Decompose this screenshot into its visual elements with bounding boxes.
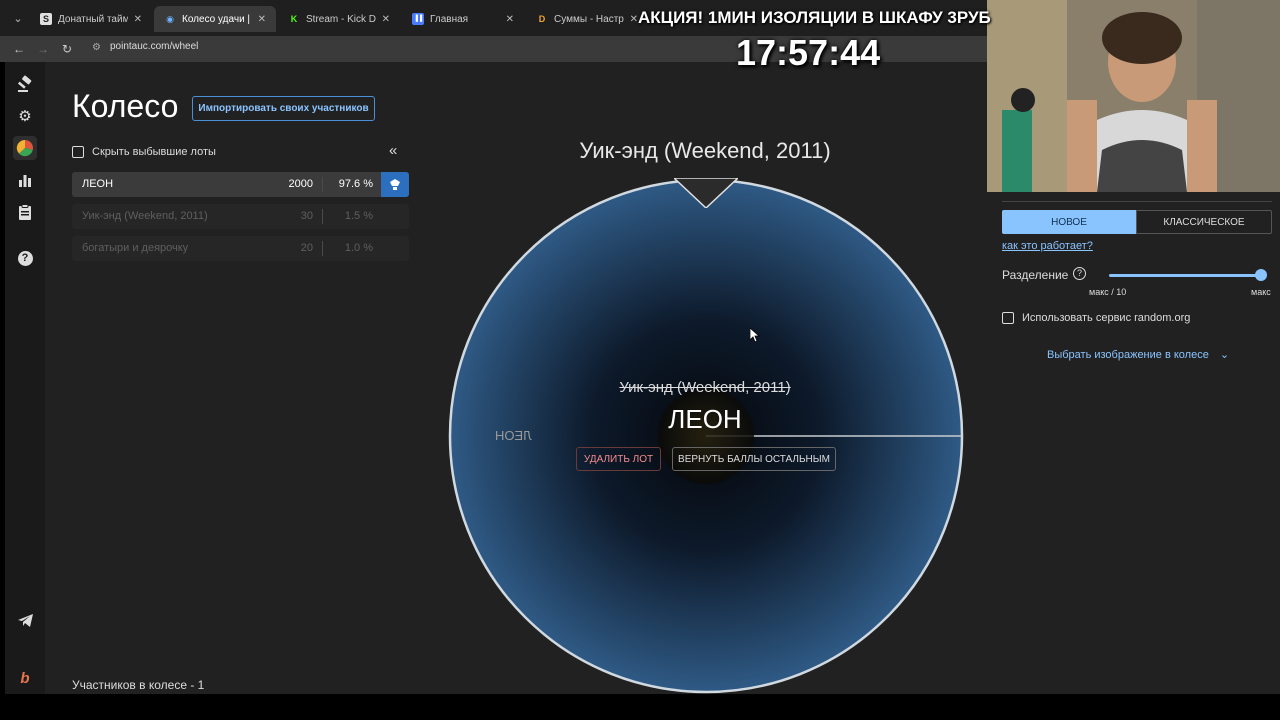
tab-favicon-icon: ◉ (166, 14, 174, 24)
lot-name: ЛЕОН (82, 178, 114, 190)
panel-divider (1002, 192, 1272, 202)
help-icon[interactable]: ? (13, 246, 37, 270)
help-icon[interactable]: ? (1073, 267, 1086, 280)
mode-classic-button[interactable]: КЛАССИЧЕСКОЕ (1136, 210, 1272, 234)
brand-icon[interactable]: b (13, 666, 37, 690)
lot-amount: 20 (300, 242, 313, 254)
split-slider-track[interactable] (1109, 274, 1261, 277)
wheel-pointer-icon (674, 178, 738, 208)
app-window: ⚙ ? b Колесо Импортировать своих участни… (5, 62, 987, 694)
reload-icon[interactable]: ↻ (58, 40, 76, 58)
lot-percent: 97.6 % (338, 178, 373, 190)
random-org-label: Использовать сервис random.org (1022, 312, 1191, 324)
sidebar: ⚙ ? b (5, 62, 45, 694)
lot-row[interactable]: Уик-энд (Weekend, 2011) 30 1.5 % (72, 204, 409, 229)
webcam-image (987, 0, 1280, 192)
lot-row[interactable]: богатыри и деярочку 20 1.0 % (72, 236, 409, 261)
lot-divider (322, 209, 323, 224)
random-org-toggle[interactable]: Использовать сервис random.org (1002, 312, 1190, 324)
eliminated-lot-title: Уик-энд (Weekend, 2011) (619, 379, 791, 396)
delete-lot-button[interactable]: УДАЛИТЬ ЛОТ (576, 447, 661, 471)
tab-title: Колесо удачи | Опре (182, 13, 252, 25)
split-max-label: макс (1251, 287, 1271, 297)
lot-percent: 1.5 % (344, 210, 373, 222)
tab-title: Донатный таймер (н (58, 13, 128, 25)
mouse-cursor-icon (750, 328, 760, 342)
webcam-overlay (987, 0, 1280, 192)
browser-tab[interactable]: ▐▐ Главная ✕ (402, 6, 524, 32)
wheel-title: Уик-энд (Weekend, 2011) (579, 138, 831, 163)
lot-amount: 30 (300, 210, 313, 222)
mode-new-button[interactable]: НОВОЕ (1002, 210, 1136, 234)
telegram-icon[interactable] (13, 608, 37, 632)
choose-image-dropdown[interactable]: Выбрать изображение в колесе ⌄ (1047, 348, 1229, 361)
bottom-letterbox (0, 694, 1280, 720)
tab-title: Суммы - Настройки (554, 13, 624, 25)
gear-icon[interactable]: ⚙ (13, 104, 37, 128)
mode-toggle: НОВОЕ КЛАССИЧЕСКОЕ (1002, 210, 1272, 234)
close-icon[interactable]: ✕ (506, 14, 514, 25)
tab-favicon-icon: ▐▐ (412, 13, 424, 25)
close-icon[interactable]: ✕ (134, 14, 142, 25)
browser-tab[interactable]: D Суммы - Настройки ✕ (526, 6, 648, 32)
participants-count: Участников в колесе - 1 (72, 678, 205, 692)
browser-tab[interactable]: S Донатный таймер (н ✕ (30, 6, 152, 32)
tab-favicon-icon: K (290, 14, 298, 24)
wheel-sector-label: ЛЕОН (495, 428, 532, 443)
split-slider-thumb[interactable] (1255, 269, 1267, 281)
tab-favicon-icon: D (538, 14, 546, 24)
hide-eliminated-label: Скрыть выбывшие лоты (92, 146, 216, 158)
lot-name: Уик-энд (Weekend, 2011) (82, 210, 208, 222)
chevron-down-icon: ⌄ (1219, 349, 1230, 361)
split-label: Разделение (1002, 268, 1069, 282)
back-icon[interactable]: ← (10, 40, 28, 58)
hide-eliminated-checkbox[interactable] (72, 146, 84, 158)
browser-tab-active[interactable]: ◉ Колесо удачи | Опре ✕ (154, 6, 276, 32)
tab-title: Stream - Kick Dashbo (306, 13, 376, 25)
lot-divider (322, 241, 323, 256)
collapse-panel-icon[interactable]: « (389, 142, 397, 159)
tab-search-icon[interactable]: ⌄ (8, 9, 28, 29)
clipboard-icon[interactable] (13, 200, 37, 224)
gavel-icon[interactable] (13, 72, 37, 96)
lot-row[interactable]: ЛЕОН 2000 97.6 % (72, 172, 409, 197)
lot-amount: 2000 (288, 178, 313, 190)
page-title: Колесо (72, 88, 179, 124)
tab-title: Главная (430, 13, 469, 25)
settings-panel: НОВОЕ КЛАССИЧЕСКОЕ как это работает? Раз… (987, 192, 1280, 694)
promo-overlay-text: АКЦИЯ! 1МИН ИЗОЛЯЦИИ В ШКАФУ 3РУБ (638, 8, 991, 27)
winner-title: ЛЕОН (668, 404, 742, 434)
forward-icon[interactable]: → (34, 40, 52, 58)
close-icon[interactable]: ✕ (630, 14, 638, 25)
return-points-button[interactable]: ВЕРНУТЬ БАЛЛЫ ОСТАЛЬНЫМ (672, 447, 836, 471)
site-info-icon[interactable]: ⚙ (92, 42, 101, 53)
import-participants-button[interactable]: Импортировать своих участников (192, 96, 375, 121)
clock-overlay: 17:57:44 (736, 32, 881, 73)
random-org-checkbox[interactable] (1002, 312, 1014, 324)
split-min-label: макс / 10 (1089, 287, 1127, 297)
close-icon[interactable]: ✕ (382, 14, 390, 25)
close-icon[interactable]: ✕ (258, 14, 266, 25)
lot-percent: 1.0 % (344, 242, 373, 254)
stats-icon[interactable] (13, 168, 37, 192)
hide-eliminated-toggle[interactable]: Скрыть выбывшие лоты (72, 146, 216, 158)
lot-divider (322, 177, 323, 192)
tab-favicon-icon: S (40, 13, 52, 25)
how-it-works-link[interactable]: как это работает? (1002, 240, 1093, 252)
browser-tab[interactable]: K Stream - Kick Dashbo ✕ (278, 6, 400, 32)
lot-name: богатыри и деярочку (82, 242, 189, 254)
wheel-icon[interactable] (13, 136, 37, 160)
lightbulb-icon[interactable] (381, 172, 409, 197)
choose-image-label: Выбрать изображение в колесе (1047, 349, 1209, 361)
url-field[interactable]: pointauc.com/wheel (110, 41, 198, 52)
